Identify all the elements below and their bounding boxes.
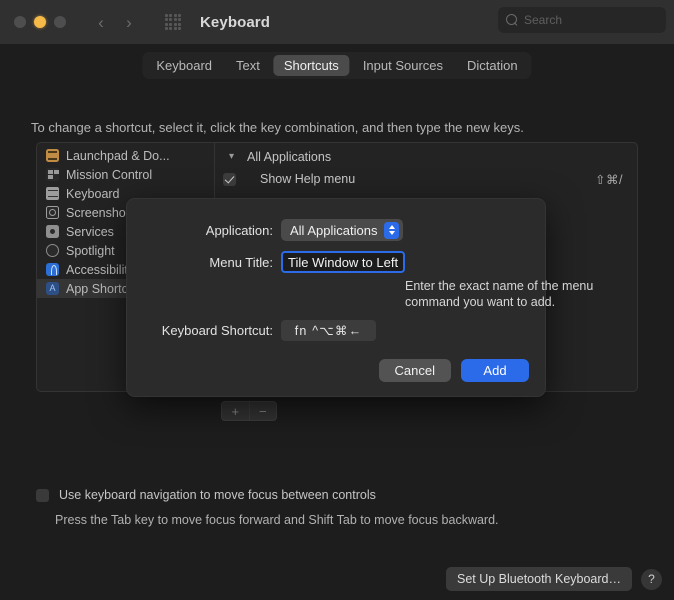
keyboard-shortcut-label: Keyboard Shortcut: [161, 323, 273, 338]
search-field[interactable]: Search [498, 7, 666, 33]
keyboard-navigation-label: Use keyboard navigation to move focus be… [59, 488, 376, 502]
sidebar-item-label: Keyboard [66, 186, 120, 201]
tab-dictation[interactable]: Dictation [456, 55, 529, 76]
services-icon [46, 225, 59, 238]
keyboard-navigation-checkbox[interactable] [36, 488, 49, 502]
keyboard-navigation-row[interactable]: Use keyboard navigation to move focus be… [36, 488, 376, 502]
application-label: Application: [205, 222, 273, 238]
keyboard-shortcut-row: Keyboard Shortcut: fn ^⌥⌘← [127, 320, 547, 341]
add-shortcut-dialog: Application: All Applications Menu Title… [126, 198, 593, 397]
back-icon[interactable]: ‹ [90, 10, 112, 34]
add-shortcut-button[interactable]: + [222, 402, 249, 420]
application-row: Application: All Applications [127, 219, 547, 241]
keyboard-shortcut-input[interactable]: fn ^⌥⌘← [281, 320, 376, 341]
minimize-button[interactable] [34, 16, 46, 28]
keyboard-icon [46, 187, 59, 200]
sidebar-item-label: Mission Control [66, 167, 153, 182]
list-controls: + − [221, 401, 277, 421]
shortcut-name: Show Help menu [260, 172, 356, 186]
grid-icon[interactable] [162, 11, 184, 33]
remove-shortcut-button[interactable]: − [248, 402, 277, 420]
menu-title-input[interactable]: Tile Window to Left [281, 251, 406, 273]
sidebar-item-label: Spotlight [66, 243, 115, 258]
tab-text[interactable]: Text [225, 55, 271, 76]
chevron-up-down-icon [384, 221, 400, 239]
zoom-button[interactable] [54, 16, 66, 28]
spotlight-icon [46, 244, 59, 257]
search-placeholder: Search [524, 13, 563, 27]
screenshot-icon [46, 206, 59, 219]
keyboard-preferences-window: ‹ › Keyboard Search Keyboard Text Shortc… [0, 0, 674, 600]
sidebar-item-label: Accessibility [66, 262, 135, 277]
setup-bluetooth-keyboard-button[interactable]: Set Up Bluetooth Keyboard… [446, 567, 632, 591]
tab-keyboard[interactable]: Keyboard [145, 55, 223, 76]
sidebar-item-label: Launchpad & Do... [66, 148, 170, 163]
close-button[interactable] [14, 16, 26, 28]
menu-title-helper-text: Enter the exact name of the menu command… [405, 279, 594, 309]
tab-input-sources[interactable]: Input Sources [352, 55, 454, 76]
bottom-bar: Set Up Bluetooth Keyboard… ? [446, 567, 662, 591]
sidebar-item-launchpad-and-dock[interactable]: Launchpad & Do... [37, 146, 214, 165]
shortcut-keys[interactable]: ⇧⌘/ [595, 172, 623, 187]
search-icon [506, 14, 518, 26]
page-title: Keyboard [200, 13, 270, 31]
shortcut-enabled-checkbox[interactable] [223, 172, 236, 186]
sidebar-item-mission-control[interactable]: Mission Control [37, 165, 214, 184]
dialog-buttons: Cancel Add [378, 359, 529, 382]
sidebar-item-label: Services [66, 224, 114, 239]
title-bar: ‹ › Keyboard Search [0, 0, 674, 44]
chevron-down-icon[interactable]: ▾ [229, 151, 239, 162]
hint-text: To change a shortcut, select it, click t… [31, 120, 524, 135]
tab-shortcuts[interactable]: Shortcuts [272, 55, 350, 76]
menu-title-label: Menu Title: [209, 254, 273, 270]
accessibility-icon [46, 263, 59, 276]
list-group-label: All Applications [247, 149, 332, 164]
keyboard-navigation-description: Press the Tab key to move focus forward … [55, 513, 499, 527]
application-select[interactable]: All Applications [281, 219, 404, 241]
mission-control-icon [46, 168, 59, 181]
tab-bar: Keyboard Text Shortcuts Input Sources Di… [0, 44, 674, 86]
list-group-all-applications[interactable]: ▾ All Applications [215, 146, 637, 167]
menu-title-row: Menu Title: Tile Window to Left [127, 251, 547, 273]
navigation-buttons: ‹ › [90, 10, 140, 34]
forward-icon[interactable]: › [118, 10, 140, 34]
launchpad-icon [46, 149, 59, 162]
application-value: All Applications [290, 222, 378, 238]
traffic-lights [14, 16, 66, 28]
add-button[interactable]: Add [461, 359, 529, 382]
app-shortcuts-icon [46, 282, 59, 295]
help-button[interactable]: ? [641, 568, 662, 590]
cancel-button[interactable]: Cancel [378, 359, 451, 382]
list-item[interactable]: Show Help menu ⇧⌘/ [215, 167, 637, 191]
